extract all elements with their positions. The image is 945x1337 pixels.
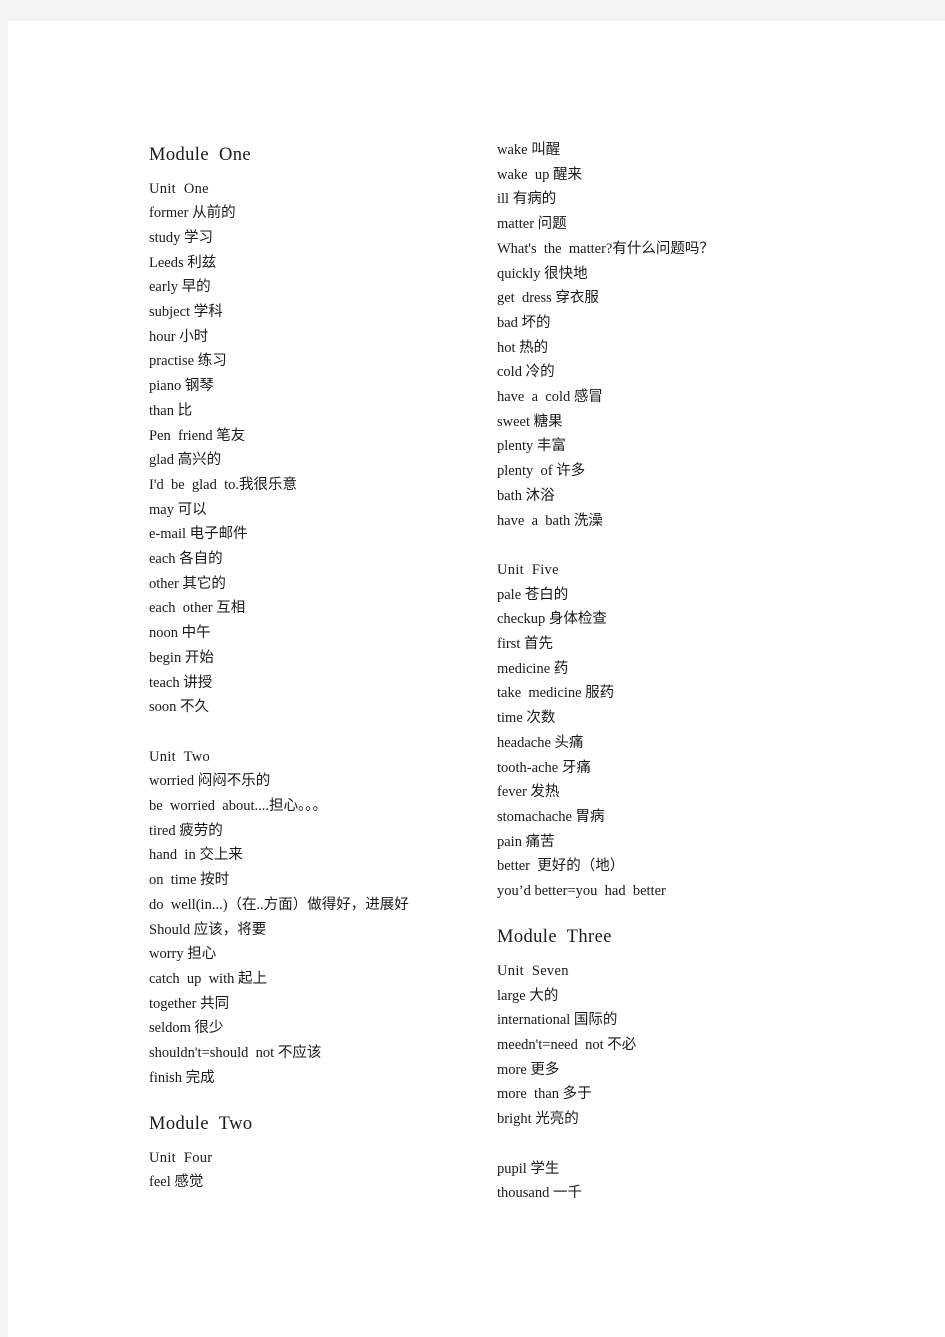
vocabulary-entry: stomachache 胃病 (497, 808, 605, 825)
vocabulary-entry: sweet 糖果 (497, 413, 563, 430)
vocabulary-entry: practise 练习 (149, 353, 227, 370)
vocabulary-entry: medicine 药 (497, 660, 569, 677)
heading-spacer (149, 1134, 499, 1146)
vocabulary-entry: Pen friend 笔友 (149, 427, 246, 444)
vocabulary-entry: each 各自的 (149, 551, 223, 568)
vocabulary-entry: get dress 穿衣服 (497, 290, 599, 307)
vocabulary-entry: hour 小时 (149, 328, 209, 345)
vocabulary-entry: international 国际的 (497, 1012, 618, 1029)
vocabulary-entry: large 大的 (497, 987, 559, 1004)
vocabulary-entry: seldom 很少 (149, 1020, 224, 1037)
vocabulary-entry: headache 头痛 (497, 734, 584, 751)
vocabulary-entry: have a bath 洗澡 (497, 512, 603, 529)
vocabulary-entry: shouldn't=should not 不应该 (149, 1045, 322, 1062)
vocabulary-entry: piano 钢琴 (149, 378, 214, 395)
unit-heading: Unit Two (149, 748, 211, 765)
vocabulary-entry: checkup 身体检查 (497, 611, 607, 628)
two-column-layout: Module One Unit One former 从前的 study 学习 Leed… (8, 21, 945, 1337)
vocabulary-entry: ill 有病的 (497, 191, 557, 208)
vocabulary-entry: pain 痛苦 (497, 833, 555, 850)
vocabulary-entry: I'd be glad to.我很乐意 (149, 476, 297, 493)
vocabulary-entry: matter 问题 (497, 216, 567, 233)
vocabulary-entry: pale 苍白的 (497, 586, 569, 603)
vocabulary-entry: worried 闷闷不乐的 (149, 773, 271, 790)
vocabulary-entry: hand in 交上来 (149, 847, 243, 864)
vocabulary-entry: you’d better=you had better (497, 883, 666, 900)
vocabulary-entry: What's the matter?有什么问题吗？ (497, 240, 714, 257)
vocabulary-entry: bad 坏的 (497, 314, 551, 331)
module-heading: Module Three (497, 927, 612, 948)
module-heading: Module Two (149, 1114, 253, 1135)
vocabulary-entry: wake 叫醒 (497, 142, 561, 158)
vocabulary-entry: have a cold 感冒 (497, 389, 603, 406)
vocabulary-entry: feel 感觉 (149, 1174, 204, 1191)
vocabulary-entry: begin 开始 (149, 649, 214, 666)
heading-spacer (149, 165, 499, 177)
vocabulary-entry: finish 完成 (149, 1069, 215, 1086)
vocabulary-entry: tooth-ache 牙痛 (497, 759, 591, 776)
unit-heading: Unit Four (149, 1149, 213, 1166)
vocabulary-entry: plenty 丰富 (497, 438, 566, 455)
unit-heading: Unit Five (497, 561, 559, 578)
vocabulary-entry: first 首先 (497, 636, 553, 653)
vocabulary-entry: noon 中午 (149, 625, 211, 642)
vocabulary-entry: other 其它的 (149, 575, 226, 592)
vocabulary-entry: former 从前的 (149, 205, 236, 222)
vocabulary-entry: better 更好的（地） (497, 858, 625, 875)
vocabulary-entry: may 可以 (149, 501, 207, 518)
vocabulary-entry: Should 应该，将要 (149, 921, 267, 938)
vocabulary-entry: each other 互相 (149, 600, 246, 617)
vocabulary-entry: on time 按时 (149, 872, 230, 889)
vocabulary-entry: plenty of 许多 (497, 463, 586, 480)
unit-heading: Unit Seven (497, 962, 569, 979)
vocabulary-entry: teach 讲授 (149, 674, 213, 691)
unit-heading: Unit One (149, 180, 209, 197)
vocabulary-entry: wake up 醒来 (497, 166, 582, 183)
vocabulary-entry: together 共同 (149, 995, 230, 1012)
vocabulary-entry: glad 高兴的 (149, 452, 222, 469)
vocabulary-entry: more than 多于 (497, 1086, 592, 1103)
vocabulary-entry: fever 发热 (497, 784, 560, 801)
vocabulary-entry: worry 担心 (149, 946, 217, 963)
vocabulary-entry: more 更多 (497, 1061, 560, 1078)
vocabulary-entry: cold 冷的 (497, 364, 555, 381)
vocabulary-entry: be worried about....担心。。。 (149, 798, 327, 815)
module-heading: Module One (149, 145, 252, 165)
heading-spacer (497, 947, 847, 959)
right-column: wake 叫醒 wake up 醒来 ill 有病的 matter 问题 What's … (497, 21, 847, 1206)
vocabulary-entry: hot 热的 (497, 339, 549, 356)
vocabulary-entry: thousand 一千 (497, 1185, 582, 1202)
vocabulary-entry: e-mail 电子邮件 (149, 526, 248, 543)
left-column: Module One Unit One former 从前的 study 学习 Leed… (149, 21, 499, 1195)
vocabulary-entry: take medicine 服药 (497, 685, 615, 702)
vocabulary-entry: time 次数 (497, 710, 556, 727)
vocabulary-entry: than 比 (149, 402, 193, 419)
vocabulary-entry: Leeds 利兹 (149, 254, 217, 271)
vocabulary-entry: meedn't=need not 不必 (497, 1037, 637, 1054)
vocabulary-entry: bright 光亮的 (497, 1111, 579, 1128)
vocabulary-entry: catch up with 起上 (149, 970, 267, 987)
vocabulary-entry: study 学习 (149, 229, 214, 246)
vocabulary-entry: pupil 学生 (497, 1160, 560, 1177)
vocabulary-entry: early 早的 (149, 279, 211, 296)
document-page: Module One Unit One former 从前的 study 学习 Leed… (8, 21, 945, 1337)
vocabulary-entry: bath 沐浴 (497, 487, 555, 504)
vocabulary-entry: tired 疲劳的 (149, 822, 223, 839)
vocabulary-entry: subject 学科 (149, 304, 223, 321)
vocabulary-entry: do well(in...)（在..方面）做得好，进展好 (149, 896, 409, 913)
vocabulary-entry: quickly 很快地 (497, 265, 588, 282)
vocabulary-entry: soon 不久 (149, 699, 210, 716)
